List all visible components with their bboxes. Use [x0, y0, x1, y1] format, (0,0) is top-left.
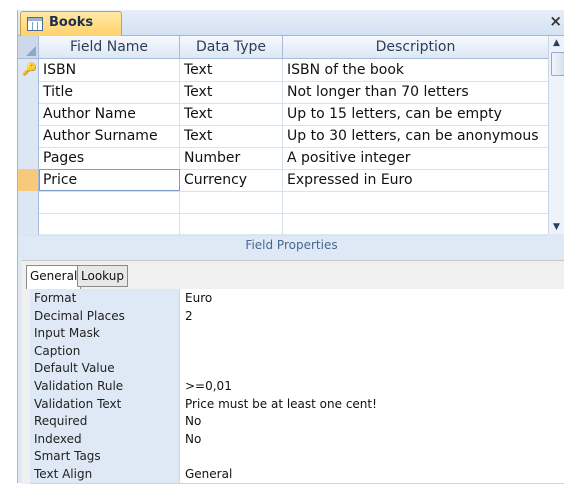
- row-selector[interactable]: [18, 125, 39, 147]
- field-name-cell[interactable]: [39, 213, 180, 235]
- row-selector[interactable]: [18, 103, 39, 125]
- property-row: Default Value: [30, 359, 564, 379]
- property-value-field[interactable]: [180, 447, 564, 466]
- grid-header: Field Name Data Type Description: [18, 36, 548, 59]
- description-cell[interactable]: Expressed in Euro: [283, 169, 548, 191]
- data-type-cell[interactable]: [180, 213, 283, 235]
- tab-general[interactable]: General: [26, 265, 82, 289]
- property-label: Input Mask: [30, 324, 180, 343]
- data-type-cell[interactable]: Text: [180, 81, 283, 103]
- field-name-cell[interactable]: [39, 191, 180, 213]
- row-selector[interactable]: [18, 213, 39, 235]
- property-label: Default Value: [30, 359, 180, 378]
- data-type-cell[interactable]: Number: [180, 147, 283, 169]
- close-icon[interactable]: ×: [549, 12, 562, 30]
- field-name-cell[interactable]: Author Name: [39, 103, 180, 125]
- property-value-field[interactable]: [180, 324, 564, 343]
- document-title: Books: [49, 15, 94, 30]
- tab-lookup[interactable]: Lookup: [77, 265, 128, 287]
- field-design-grid: Field Name Data Type Description 🔑 ISBN Te…: [18, 36, 548, 236]
- grid-vertical-scrollbar[interactable]: ▲ ▼: [548, 36, 564, 234]
- property-value-field[interactable]: No: [180, 412, 564, 431]
- property-label: Validation Text: [30, 394, 180, 413]
- property-row: Indexed No: [30, 429, 564, 449]
- description-cell[interactable]: ISBN of the book: [283, 59, 548, 81]
- property-row: Validation Text Price must be at least on…: [30, 394, 564, 414]
- field-row[interactable]: Title Text Not longer than 70 letters: [18, 81, 548, 104]
- property-value-field[interactable]: Euro: [180, 289, 564, 307]
- field-name-cell[interactable]: Price: [39, 169, 180, 191]
- property-label: Caption: [30, 341, 180, 360]
- row-selector[interactable]: [18, 169, 39, 191]
- field-row[interactable]: Price Currency Expressed in Euro: [18, 169, 548, 192]
- property-row: Input Mask: [30, 324, 564, 344]
- field-name-cell[interactable]: ISBN: [39, 59, 180, 81]
- select-all-corner[interactable]: [18, 36, 39, 58]
- property-label: Decimal Places: [30, 306, 180, 325]
- field-properties-label: Field Properties: [18, 236, 564, 254]
- scroll-thumb[interactable]: [551, 52, 564, 76]
- property-label: Indexed: [30, 429, 180, 448]
- property-row: Text Align General: [30, 465, 564, 484]
- field-name-cell[interactable]: Title: [39, 81, 180, 103]
- property-label: Format: [30, 289, 180, 307]
- field-name-cell[interactable]: Author Surname: [39, 125, 180, 147]
- description-cell[interactable]: [283, 213, 548, 235]
- data-type-cell[interactable]: Currency: [180, 169, 283, 191]
- field-properties-panel: General Lookup Format Euro Decimal Places 2…: [22, 260, 564, 484]
- column-header-description: Description: [375, 39, 456, 55]
- property-value-field[interactable]: No: [180, 429, 564, 448]
- field-row[interactable]: [18, 213, 548, 236]
- property-row: Required No: [30, 412, 564, 432]
- description-cell[interactable]: Not longer than 70 letters: [283, 81, 548, 103]
- document-tab-books[interactable]: Books: [20, 11, 122, 36]
- field-row[interactable]: Pages Number A positive integer: [18, 147, 548, 170]
- table-design-window: Books × Field Name Data Type Description…: [17, 10, 564, 484]
- field-row[interactable]: Author Name Text Up to 15 letters, can be …: [18, 103, 548, 126]
- property-value-field[interactable]: General: [180, 465, 564, 483]
- column-header-data-type: Data Type: [180, 36, 283, 58]
- property-row: Smart Tags: [30, 447, 564, 467]
- description-cell[interactable]: Up to 15 letters, can be empty: [283, 103, 548, 125]
- property-label: Text Align: [30, 465, 180, 483]
- data-type-cell[interactable]: Text: [180, 103, 283, 125]
- description-cell[interactable]: [283, 191, 548, 213]
- property-label: Smart Tags: [30, 447, 180, 466]
- row-selector[interactable]: [18, 191, 39, 213]
- data-type-cell[interactable]: [180, 191, 283, 213]
- property-row: Caption: [30, 341, 564, 361]
- property-value-field[interactable]: Price must be at least one cent!: [180, 394, 564, 413]
- row-selector[interactable]: [18, 81, 39, 103]
- property-row: Validation Rule >=0,01: [30, 377, 564, 396]
- field-row[interactable]: Author Surname Text Up to 30 letters, can …: [18, 125, 548, 148]
- description-cell[interactable]: A positive integer: [283, 147, 548, 169]
- description-cell[interactable]: Up to 30 letters, can be anonymous: [283, 125, 548, 147]
- property-value-field[interactable]: [180, 341, 564, 360]
- field-name-cell[interactable]: Pages: [39, 147, 180, 169]
- property-row: Format Euro: [30, 289, 564, 308]
- property-value-field[interactable]: 2: [180, 306, 564, 325]
- data-type-cell[interactable]: Text: [180, 125, 283, 147]
- property-row: Decimal Places 2: [30, 306, 564, 326]
- scroll-down-icon[interactable]: ▼: [553, 222, 560, 232]
- column-header-field-name: Field Name: [39, 36, 180, 58]
- property-label: Required: [30, 412, 180, 431]
- table-icon: [27, 17, 43, 31]
- property-label: Validation Rule: [30, 377, 180, 395]
- field-row[interactable]: 🔑 ISBN Text ISBN of the book: [18, 59, 548, 82]
- data-type-cell[interactable]: Text: [180, 59, 283, 81]
- row-selector[interactable]: [18, 147, 39, 169]
- scroll-up-icon[interactable]: ▲: [553, 38, 560, 48]
- row-selector[interactable]: 🔑: [18, 59, 39, 81]
- property-value-field[interactable]: >=0,01: [180, 377, 564, 395]
- primary-key-icon: 🔑: [22, 62, 37, 76]
- document-tab-bar: Books ×: [18, 10, 564, 36]
- property-value-field[interactable]: [180, 359, 564, 378]
- field-row[interactable]: [18, 191, 548, 214]
